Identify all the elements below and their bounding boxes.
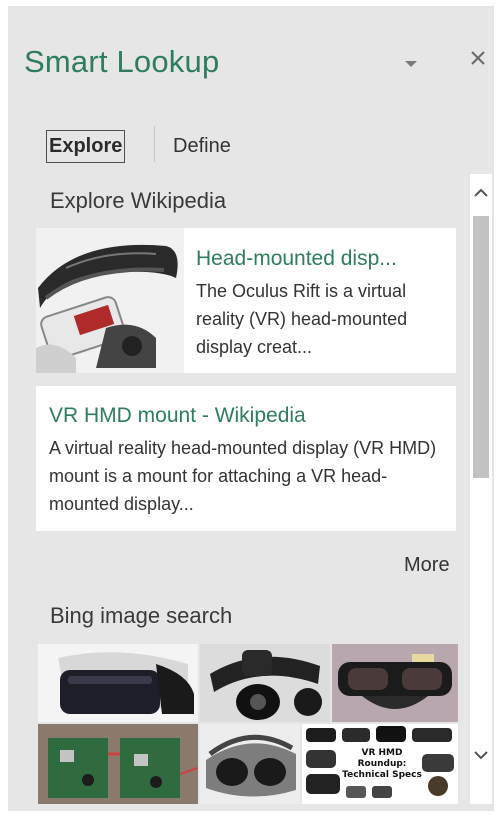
result-title-link[interactable]: VR HMD mount - Wikipedia (49, 400, 445, 432)
chevron-up-icon (474, 188, 488, 197)
tab-explore[interactable]: Explore (46, 130, 126, 163)
vr-goggles-thumbnail (332, 644, 458, 722)
vr-goggles-image[interactable] (332, 644, 458, 722)
lookup-tabs: Explore Define (46, 126, 306, 166)
scroll-up-button[interactable] (470, 182, 492, 204)
bing-image-grid: VR HMD Roundup: Technical Specs (38, 644, 458, 804)
result-snippet: The Oculus Rift is a virtual reality (VR… (196, 281, 408, 357)
pane-title: Smart Lookup (24, 44, 220, 79)
scroll-down-button[interactable] (470, 744, 492, 766)
roundup-caption-line1: VR HMD Roundup: (357, 748, 407, 769)
scrollbar-thumb[interactable] (473, 216, 489, 478)
result-title-link[interactable]: Head-mounted disp... (196, 243, 448, 275)
vr-headset-gray-image[interactable] (200, 724, 300, 804)
vr-headset-white-image[interactable] (38, 644, 198, 722)
vr-hmd-roundup-image[interactable]: VR HMD Roundup: Technical Specs (302, 724, 458, 804)
vr-circuit-board-thumbnail (38, 724, 198, 804)
chevron-down-icon (474, 751, 488, 760)
wikipedia-result-card[interactable]: Head-mounted disp... The Oculus Rift is … (36, 228, 456, 373)
vr-circuit-board-image[interactable] (38, 724, 198, 804)
result-snippet: A virtual reality head-mounted display (… (49, 438, 437, 514)
vr-headset-strap-thumbnail (200, 644, 330, 722)
roundup-caption-line2: Technical Specs (342, 770, 422, 780)
roundup-caption: VR HMD Roundup: Technical Specs (342, 748, 422, 781)
chevron-down-icon (405, 61, 417, 67)
tab-define[interactable]: Define (173, 133, 231, 159)
vertical-scrollbar[interactable] (470, 174, 492, 804)
vr-headset-gray-thumbnail (200, 724, 300, 804)
vr-headset-thumbnail (36, 228, 184, 373)
smart-lookup-pane: Smart Lookup Explore Define Explore Wiki… (8, 6, 494, 811)
explore-wikipedia-heading: Explore Wikipedia (50, 188, 227, 213)
vr-headset-image[interactable] (36, 228, 184, 373)
close-button[interactable] (468, 48, 488, 68)
close-icon (471, 51, 485, 65)
vr-headset-white-thumbnail (38, 644, 198, 722)
bing-image-search-heading: Bing image search (50, 603, 233, 628)
more-link[interactable]: More (404, 554, 450, 577)
wikipedia-result-card[interactable]: VR HMD mount - Wikipedia A virtual reali… (36, 386, 456, 531)
pane-options-button[interactable] (404, 56, 418, 67)
tab-divider (154, 126, 155, 162)
vr-headset-strap-image[interactable] (200, 644, 330, 722)
